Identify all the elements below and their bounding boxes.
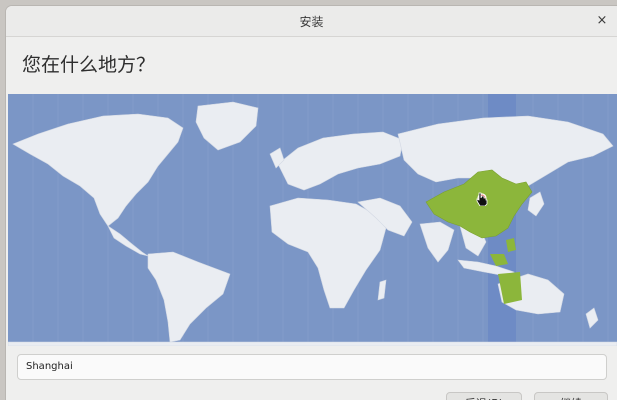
- timezone-input[interactable]: Shanghai: [17, 354, 607, 380]
- timezone-map[interactable]: [8, 94, 617, 346]
- window-title: 安装: [299, 15, 324, 29]
- back-button[interactable]: 后退(B): [446, 392, 522, 400]
- page-title: 您在什么地方？: [22, 54, 156, 76]
- close-icon[interactable]: ×: [593, 12, 611, 30]
- installer-window: 安装 × 您在什么地方？ Shanghai: [6, 6, 617, 400]
- title-bar: 安装 ×: [6, 6, 617, 37]
- hand-cursor-icon: [476, 192, 488, 206]
- continue-button[interactable]: 继续: [534, 392, 608, 400]
